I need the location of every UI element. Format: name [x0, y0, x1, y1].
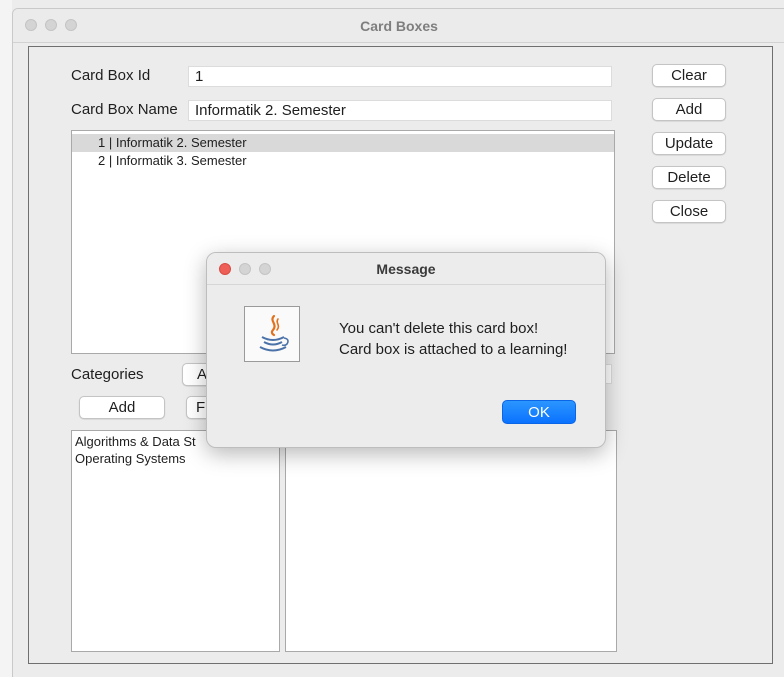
- java-coffee-icon: [244, 306, 300, 362]
- ok-button[interactable]: OK: [502, 400, 576, 424]
- add-button[interactable]: Add: [652, 98, 726, 121]
- close-button[interactable]: Close: [652, 200, 726, 223]
- card-box-id-field[interactable]: 1: [188, 66, 612, 87]
- card-box-name-label: Card Box Name: [71, 101, 178, 118]
- card-box-id-label: Card Box Id: [71, 67, 151, 84]
- card-box-name-field[interactable]: Informatik 2. Semester: [188, 100, 612, 121]
- list-item[interactable]: 1 | Informatik 2. Semester: [72, 134, 614, 152]
- message-dialog: Message You can't delete this card box! …: [206, 252, 606, 448]
- dialog-title: Message: [376, 261, 436, 277]
- categories-label: Categories: [71, 366, 144, 383]
- category-items-list[interactable]: [285, 430, 617, 652]
- update-button[interactable]: Update: [652, 132, 726, 155]
- left-edge: [0, 0, 12, 677]
- categories-list[interactable]: Algorithms & Data St Operating Systems: [71, 430, 280, 652]
- window-titlebar[interactable]: Card Boxes: [13, 9, 784, 43]
- list-item[interactable]: 2 | Informatik 3. Semester: [72, 152, 614, 170]
- window-title: Card Boxes: [360, 18, 438, 34]
- dialog-message-line1: You can't delete this card box!: [339, 320, 539, 337]
- dialog-message-line2: Card box is attached to a learning!: [339, 341, 568, 358]
- clear-button[interactable]: Clear: [652, 64, 726, 87]
- delete-button[interactable]: Delete: [652, 166, 726, 189]
- dialog-titlebar[interactable]: Message: [207, 253, 605, 285]
- category-add-button[interactable]: Add: [79, 396, 165, 419]
- list-item[interactable]: Operating Systems: [72, 450, 279, 467]
